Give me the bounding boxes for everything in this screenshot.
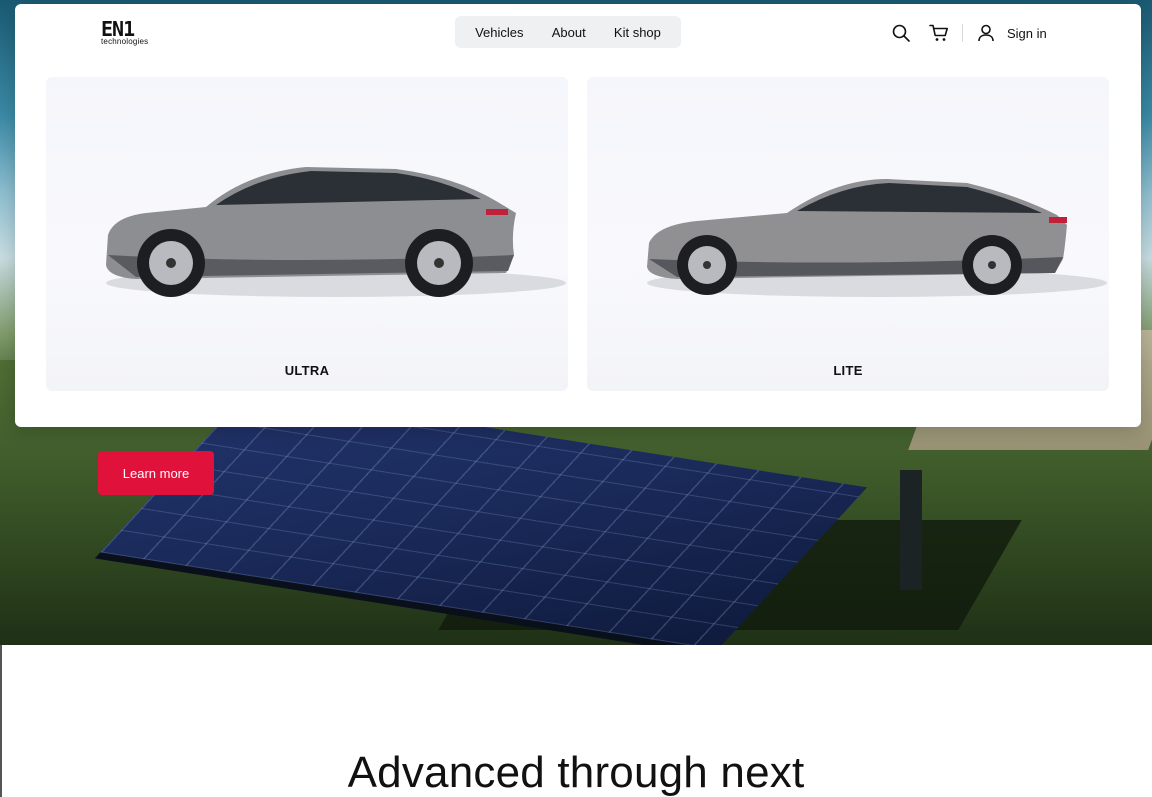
sign-in-label: Sign in xyxy=(1007,25,1047,41)
car-image-lite xyxy=(647,179,1107,297)
logo[interactable]: EN1 technologies xyxy=(101,17,171,48)
vehicles-dropdown: EN1 technologies Vehicles About Kit shop… xyxy=(15,4,1141,427)
nav-vehicles[interactable]: Vehicles xyxy=(469,21,529,44)
vehicle-card-ultra[interactable]: ULTRA xyxy=(46,77,568,391)
user-icon xyxy=(975,22,997,44)
nav-kit-shop[interactable]: Kit shop xyxy=(608,21,667,44)
header-divider xyxy=(962,24,963,42)
vehicle-label-ultra: ULTRA xyxy=(284,363,330,378)
logo-mark: EN1 xyxy=(101,17,135,41)
learn-more-button[interactable]: Learn more xyxy=(98,451,214,495)
sign-in-button[interactable]: Sign in xyxy=(975,22,1047,44)
vehicle-card-lite[interactable]: LITE xyxy=(587,77,1109,391)
logo-subtitle: technologies xyxy=(101,37,149,46)
car-image-ultra xyxy=(106,167,566,297)
main-nav: Vehicles About Kit shop xyxy=(455,16,681,48)
vehicle-label-lite: LITE xyxy=(833,363,863,378)
panel-post xyxy=(900,470,922,590)
cart-icon[interactable] xyxy=(928,22,950,44)
nav-about[interactable]: About xyxy=(546,21,592,44)
search-icon[interactable] xyxy=(890,22,912,44)
section-headline: Advanced through next xyxy=(347,748,805,797)
header-actions: Sign in xyxy=(890,22,1047,44)
